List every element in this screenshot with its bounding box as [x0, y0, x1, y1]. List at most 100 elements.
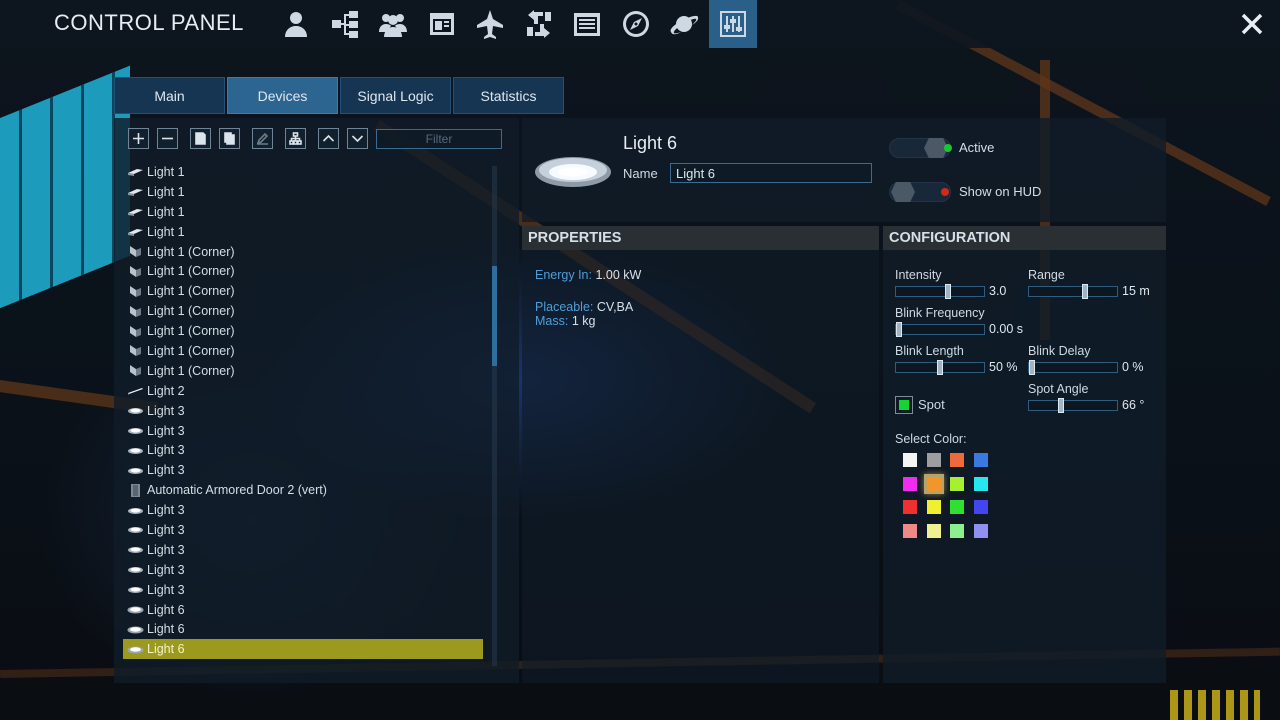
color-swatch[interactable]: [973, 523, 988, 538]
light-round-icon: [127, 404, 144, 417]
active-toggle[interactable]: [889, 138, 952, 158]
blink-length-slider[interactable]: [895, 360, 985, 375]
color-swatch[interactable]: [926, 453, 941, 467]
close-button[interactable]: [1236, 8, 1268, 40]
tab-devices[interactable]: Devices: [227, 77, 338, 114]
device-list-item[interactable]: Light 6: [123, 619, 483, 639]
device-list-item[interactable]: Light 3: [123, 540, 483, 560]
color-swatch[interactable]: [903, 453, 917, 467]
device-list-item[interactable]: Light 3: [123, 580, 483, 600]
sliders-icon[interactable]: [708, 0, 757, 48]
light-disc-icon: [127, 623, 144, 636]
device-list-item[interactable]: Light 3: [123, 421, 483, 441]
device-list-item[interactable]: Light 3: [123, 560, 483, 580]
color-swatch[interactable]: [903, 523, 917, 538]
device-list-item[interactable]: Light 2: [123, 381, 483, 401]
device-list-item[interactable]: Light 1: [123, 222, 483, 242]
group-button[interactable]: [285, 128, 306, 149]
group-icon[interactable]: [369, 0, 418, 48]
paste-button[interactable]: [219, 128, 240, 149]
device-list-item[interactable]: Light 6: [123, 600, 483, 620]
device-list-item[interactable]: Light 1 (Corner): [123, 261, 483, 281]
blink-frequency-label: Blink Frequency: [895, 306, 985, 320]
name-field[interactable]: [670, 163, 872, 183]
blink-delay-slider[interactable]: [1028, 360, 1118, 375]
device-list-item[interactable]: Light 1 (Corner): [123, 301, 483, 321]
device-list-item[interactable]: Light 1 (Corner): [123, 242, 483, 262]
color-swatch[interactable]: [973, 500, 988, 514]
spot-angle-slider[interactable]: [1028, 398, 1118, 413]
device-list-item[interactable]: Light 1 (Corner): [123, 321, 483, 341]
color-swatch[interactable]: [926, 500, 941, 514]
add-button[interactable]: [128, 128, 149, 149]
device-detail-header: Light 6 Name Active Show on HUD: [522, 118, 1166, 222]
structure-tree-icon[interactable]: [321, 0, 370, 48]
ship-icon[interactable]: [466, 0, 515, 48]
move-up-button[interactable]: [318, 128, 339, 149]
device-toolbar: [128, 128, 502, 149]
blink-length-value: 50 %: [989, 360, 1018, 374]
color-swatch[interactable]: [903, 500, 917, 514]
range-slider[interactable]: [1028, 284, 1118, 299]
blink-frequency-slider[interactable]: [895, 322, 985, 337]
color-swatch[interactable]: [926, 523, 941, 538]
name-label: Name: [623, 166, 658, 181]
copy-button[interactable]: [190, 128, 211, 149]
remove-button[interactable]: [157, 128, 178, 149]
move-down-button[interactable]: [347, 128, 368, 149]
window-icon[interactable]: [418, 0, 467, 48]
slider-thumb[interactable]: [937, 360, 943, 375]
slider-thumb[interactable]: [1029, 360, 1035, 375]
tab-statistics[interactable]: Statistics: [453, 77, 564, 114]
intensity-label: Intensity: [895, 268, 942, 282]
slider-thumb[interactable]: [896, 322, 902, 337]
device-list-item[interactable]: Light 3: [123, 520, 483, 540]
device-list-item[interactable]: Light 3: [123, 500, 483, 520]
color-swatch[interactable]: [950, 476, 964, 491]
intensity-slider[interactable]: [895, 284, 985, 299]
slider-thumb[interactable]: [1058, 398, 1064, 413]
color-swatch[interactable]: [973, 476, 988, 491]
compass-icon[interactable]: [612, 0, 661, 48]
edit-button[interactable]: [252, 128, 273, 149]
device-list-item[interactable]: Light 3: [123, 460, 483, 480]
tab-main[interactable]: Main: [114, 77, 225, 114]
device-list-item[interactable]: Light 1: [123, 182, 483, 202]
slider-thumb[interactable]: [945, 284, 951, 299]
color-swatch[interactable]: [950, 453, 964, 467]
filter-input[interactable]: [376, 128, 502, 149]
spot-checkbox[interactable]: [895, 396, 913, 414]
show-on-hud-toggle[interactable]: [889, 182, 951, 202]
slider-thumb[interactable]: [1082, 284, 1088, 299]
device-label: Light 3: [147, 582, 185, 597]
swap-arrows-icon[interactable]: [515, 0, 564, 48]
scrollbar-thumb[interactable]: [492, 266, 497, 366]
placeable-row: Placeable: CV,BA: [535, 300, 633, 314]
color-swatch[interactable]: [950, 500, 964, 514]
energy-in-label: Energy In:: [535, 268, 592, 282]
color-swatch[interactable]: [903, 476, 917, 491]
remove-icon: [162, 137, 173, 140]
device-list-item[interactable]: Light 3: [123, 440, 483, 460]
paste-icon: [224, 132, 235, 145]
device-list-item[interactable]: Light 1 (Corner): [123, 361, 483, 381]
device-list-item[interactable]: Automatic Armored Door 2 (vert): [123, 480, 483, 500]
device-list-item[interactable]: Light 1: [123, 202, 483, 222]
color-swatch[interactable]: [923, 473, 944, 494]
color-swatch[interactable]: [950, 523, 964, 538]
planet-icon[interactable]: [660, 0, 709, 48]
range-label: Range: [1028, 268, 1065, 282]
blink-delay-value: 0 %: [1122, 360, 1144, 374]
device-list-item[interactable]: Light 1 (Corner): [123, 281, 483, 301]
list-icon[interactable]: [563, 0, 612, 48]
device-list-item[interactable]: Light 6: [123, 639, 483, 660]
person-icon[interactable]: [272, 0, 321, 48]
device-list-scrollbar[interactable]: [492, 166, 497, 666]
device-list-item[interactable]: Light 3: [123, 401, 483, 421]
toggle-knob: [891, 182, 915, 202]
chevron-up-icon: [322, 134, 335, 142]
color-swatch[interactable]: [973, 453, 988, 467]
device-list-item[interactable]: Light 1: [123, 162, 483, 182]
tab-signal-logic[interactable]: Signal Logic: [340, 77, 451, 114]
device-list-item[interactable]: Light 1 (Corner): [123, 341, 483, 361]
